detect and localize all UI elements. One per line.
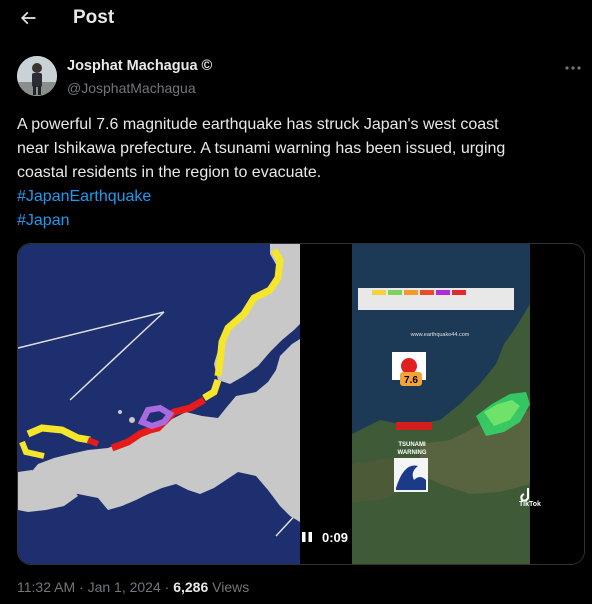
tsunami-map-image[interactable] [18, 244, 301, 564]
tiktok-label: TikTok [519, 501, 541, 508]
pause-button[interactable] [300, 530, 314, 544]
avatar-photo [17, 56, 57, 96]
arrow-left-icon [20, 11, 36, 25]
pause-icon [302, 532, 312, 542]
url-label: www.earthquake44.com [410, 332, 470, 338]
warning-label: WARNING [398, 450, 427, 456]
video-controls: 0:09 [300, 524, 348, 550]
hashtag-link[interactable]: #JapanEarthquake [17, 185, 577, 209]
magnitude-label: 7.6 [404, 375, 418, 386]
tweet-text: A powerful 7.6 magnitude earthquake has … [17, 113, 577, 233]
tweet-text-line: near Ishikawa prefecture. A tsunami warn… [17, 140, 506, 157]
more-icon [565, 66, 581, 70]
post-time[interactable]: 11:32 AM [17, 579, 75, 595]
post-meta: 11:32 AM · Jan 1, 2024 · 6,286 Views [17, 579, 249, 595]
meta-separator: · [164, 579, 170, 595]
media-container[interactable]: 7.6 www.earthquake44.com TSUNAMI WARNING… [17, 243, 585, 565]
hashtag-link[interactable]: #Japan [17, 209, 577, 233]
tsunami-label: TSUNAMI [398, 442, 426, 448]
page-title: Post [73, 7, 115, 28]
tweet-text-line: A powerful 7.6 magnitude earthquake has … [17, 116, 499, 133]
more-options-button[interactable] [560, 58, 586, 78]
top-bar: Post [0, 0, 592, 40]
back-button[interactable] [14, 4, 42, 32]
video-timestamp: 0:09 [322, 529, 349, 545]
avatar[interactable] [17, 56, 57, 96]
author-handle[interactable]: @JosphatMachagua [67, 80, 196, 96]
video-player[interactable]: 7.6 www.earthquake44.com TSUNAMI WARNING… [300, 244, 584, 564]
views-count: 6,286 [173, 579, 209, 595]
views-label: Views [212, 579, 250, 595]
meta-separator: · [79, 579, 84, 595]
tweet-text-line: coastal residents in the region to evacu… [17, 164, 322, 181]
author-name[interactable]: Josphat Machagua © [67, 58, 212, 74]
post-date[interactable]: Jan 1, 2024 [88, 579, 161, 595]
